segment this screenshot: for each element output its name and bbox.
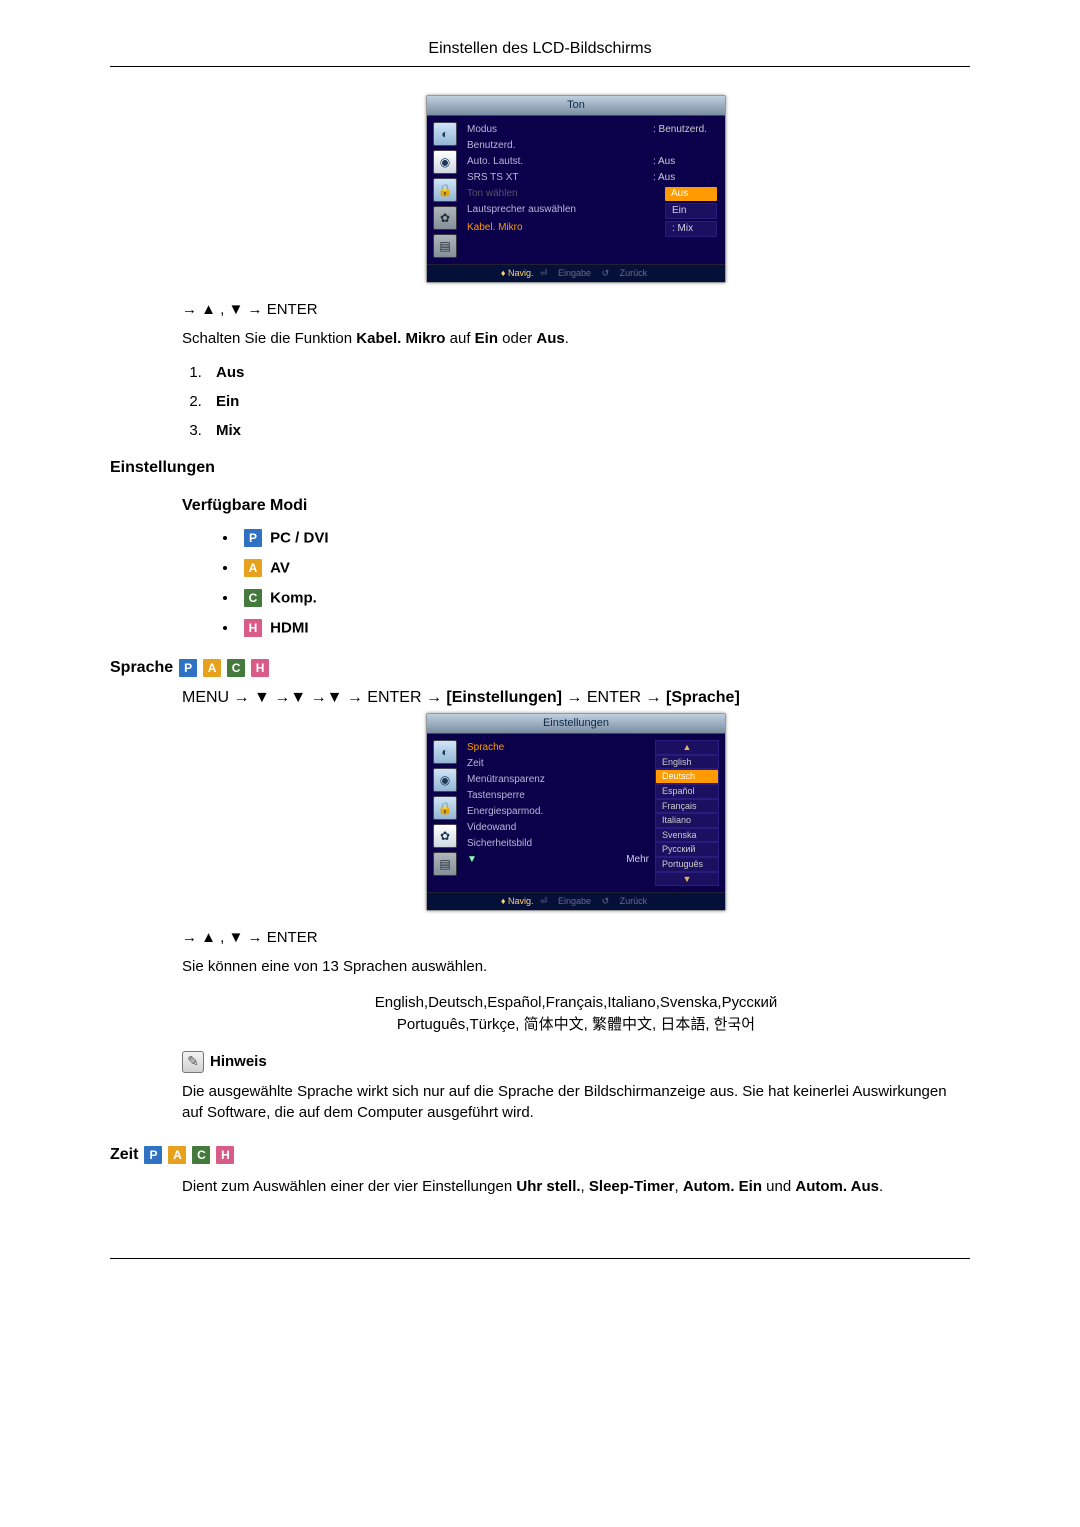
osd-screenshot-ton: Ton ◐ ◉ 🔒 ✿ ▤ Modus : Benutzerd. Benutzer…	[426, 95, 726, 283]
footer-rule	[110, 1258, 970, 1259]
osd2-icon-picture: ◐	[433, 740, 457, 764]
osd2-row-menutrans: Menütransparenz	[467, 773, 545, 787]
heading-einstellungen: Einstellungen	[110, 459, 970, 477]
badge-c-icon: C	[244, 589, 262, 607]
zeit-badge-c-icon: C	[192, 1146, 210, 1164]
osd2-row-sprache: Sprache	[467, 741, 504, 755]
dd-english: English	[655, 755, 719, 770]
option-mix: Mix	[206, 422, 970, 439]
heading-zeit: Zeit P A C H	[110, 1146, 970, 1164]
mode-pc-dvi: P PC / DVI	[238, 529, 970, 547]
note-label: Hinweis	[210, 1053, 267, 1070]
osd-ton-footer: ♦ Navig. ⏎ Eingabe ↺ Zurück	[427, 264, 725, 282]
osd2-row-sicherheitsbild: Sicherheitsbild	[467, 837, 532, 851]
mode-hdmi: H HDMI	[238, 619, 970, 637]
osd-einst-title: Einstellungen	[427, 714, 725, 734]
osd-val-lautsprecher: Ein	[665, 203, 717, 219]
osd-icon-setup: ✿	[433, 206, 457, 230]
osd2-row-mehr: Mehr	[626, 853, 649, 867]
mode-list: P PC / DVI A AV C Komp. H HDMI	[238, 529, 970, 637]
option-list: Aus Ein Mix	[197, 364, 970, 439]
osd-row-modus: Modus	[467, 123, 497, 137]
osd-icon-lock: 🔒	[433, 178, 457, 202]
nav-enter-line-1: → ▲ , ▼ → ENTER	[182, 301, 970, 318]
option-ein: Ein	[206, 393, 970, 410]
osd-val-autolautst: : Aus	[653, 155, 717, 169]
osd-row-tonwaehlen: Ton wählen	[467, 187, 518, 201]
sprache-badge-c-icon: C	[227, 659, 245, 677]
mode-hdmi-label: HDMI	[270, 619, 308, 636]
mode-komp-label: Komp.	[270, 589, 317, 606]
sprache-badge-a-icon: A	[203, 659, 221, 677]
mode-komp: C Komp.	[238, 589, 970, 607]
dropdown-down-arrow-icon: ▼	[655, 872, 719, 887]
osd2-language-dropdown: ▲ English Deutsch Español Français Itali…	[655, 740, 719, 886]
language-list-figure: English,Deutsch,Español,Français,Italian…	[182, 992, 970, 1037]
sprache-badge-h-icon: H	[251, 659, 269, 677]
osd2-row-tastensperre: Tastensperre	[467, 789, 525, 803]
dd-deutsch: Deutsch	[655, 769, 719, 784]
osd-row-srs: SRS TS XT	[467, 171, 519, 185]
note-icon: ✎	[182, 1051, 204, 1073]
osd2-row-videowand: Videowand	[467, 821, 516, 835]
zeit-paragraph: Dient zum Auswählen einer der vier Einst…	[182, 1176, 970, 1198]
osd-ton-title: Ton	[427, 96, 725, 116]
zeit-badge-h-icon: H	[216, 1146, 234, 1164]
sprache-badge-p-icon: P	[179, 659, 197, 677]
osd2-row-zeit: Zeit	[467, 757, 484, 771]
osd-icon-multi: ▤	[433, 234, 457, 258]
zeit-badge-a-icon: A	[168, 1146, 186, 1164]
zeit-badge-p-icon: P	[144, 1146, 162, 1164]
osd-val-benutzerd	[653, 139, 717, 153]
osd-row-benutzerd: Benutzerd.	[467, 139, 515, 153]
osd2-row-energiespar: Energiesparmod.	[467, 805, 543, 819]
osd-row-lautsprecher: Lautsprecher auswählen	[467, 203, 576, 219]
hinweis-paragraph: Die ausgewählte Sprache wirkt sich nur a…	[182, 1081, 970, 1125]
option-aus: Aus	[206, 364, 970, 381]
schalten-paragraph: Schalten Sie die Funktion Kabel. Mikro a…	[182, 328, 970, 350]
dd-espanol: Español	[655, 784, 719, 799]
heading-sprache: Sprache P A C H	[110, 659, 970, 677]
sprachen-count-text: Sie können eine von 13 Sprachen auswähle…	[182, 956, 970, 978]
mode-pc-dvi-label: PC / DVI	[270, 529, 328, 546]
osd2-icon-multi: ▤	[433, 852, 457, 876]
mode-av-label: AV	[270, 559, 290, 576]
osd-screenshot-einstellungen: Einstellungen ◐ ◉ 🔒 ✿ ▤ Sprache Zeit Men…	[426, 713, 726, 911]
badge-h-icon: H	[244, 619, 262, 637]
page-title: Einstellen des LCD-Bildschirms	[110, 40, 970, 67]
osd-val-srs: : Aus	[653, 171, 717, 185]
dd-francais: Français	[655, 799, 719, 814]
osd2-icon-lock: 🔒	[433, 796, 457, 820]
osd2-icon-setup: ✿	[433, 824, 457, 848]
osd-icon-picture: ◐	[433, 122, 457, 146]
heading-verfuegbare-modi: Verfügbare Modi	[110, 497, 970, 515]
osd-val-tonwaehlen: Aus	[665, 187, 717, 201]
mode-av: A AV	[238, 559, 970, 577]
badge-a-icon: A	[244, 559, 262, 577]
menu-path-line: MENU → ▼ →▼ →▼ → ENTER → [Einstellungen]…	[182, 689, 970, 707]
dd-italiano: Italiano	[655, 813, 719, 828]
dd-portugues: Português	[655, 857, 719, 872]
osd-val-modus: : Benutzerd.	[653, 123, 717, 137]
osd2-icon-sound: ◉	[433, 768, 457, 792]
osd-icon-sound: ◉	[433, 150, 457, 174]
dd-svenska: Svenska	[655, 828, 719, 843]
osd-einst-footer: ♦ Navig. ⏎ Eingabe ↺ Zurück	[427, 892, 725, 910]
osd-row-kabelmikro: Kabel. Mikro	[467, 221, 523, 237]
nav-enter-line-2: → ▲ , ▼ → ENTER	[182, 929, 970, 946]
dropdown-up-arrow-icon: ▲	[655, 740, 719, 755]
osd-val-kabelmikro: : Mix	[665, 221, 717, 237]
badge-p-icon: P	[244, 529, 262, 547]
osd-row-autolautst: Auto. Lautst.	[467, 155, 523, 169]
dd-russian: Русский	[655, 842, 719, 857]
